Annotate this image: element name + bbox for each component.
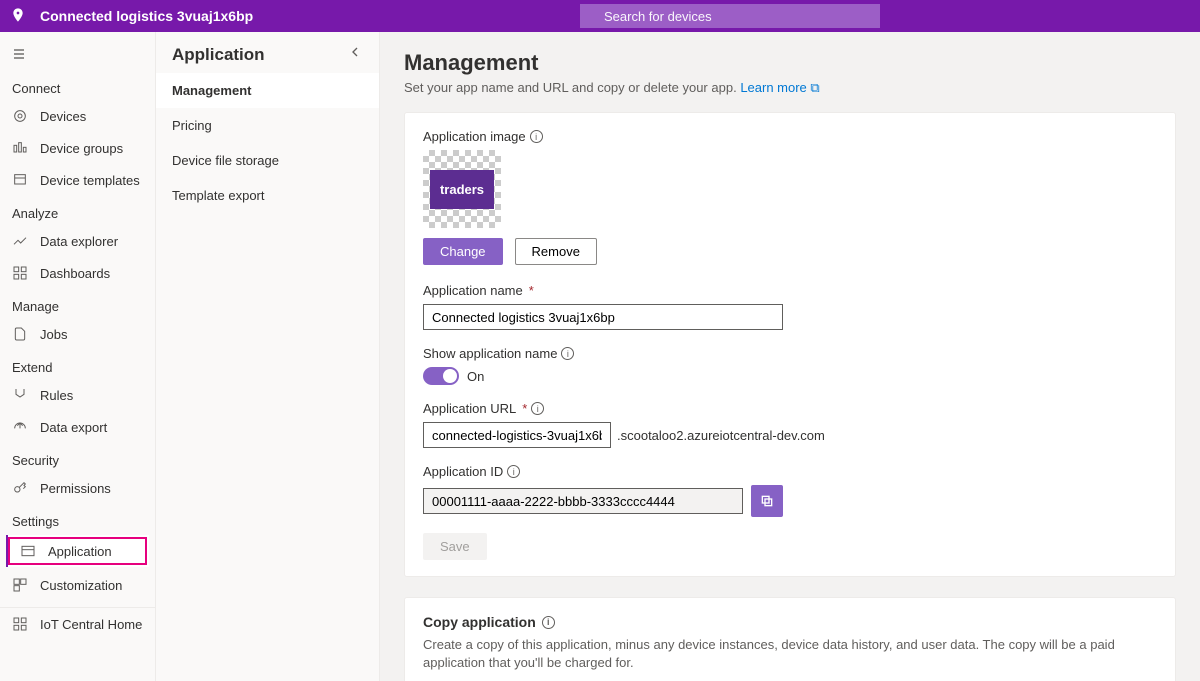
app-name-label: Application name bbox=[423, 283, 523, 298]
app-id-label: Application ID bbox=[423, 464, 503, 479]
grid-icon bbox=[12, 616, 28, 632]
info-icon[interactable]: i bbox=[531, 402, 544, 415]
permissions-icon bbox=[12, 480, 28, 496]
nav-item-jobs[interactable]: Jobs bbox=[0, 318, 155, 350]
nav-item-devices[interactable]: Devices bbox=[0, 100, 155, 132]
application-image: traders bbox=[423, 150, 501, 228]
sub-item-template-export[interactable]: Template export bbox=[156, 178, 379, 213]
top-bar: Connected logistics 3vuaj1x6bp bbox=[0, 0, 1200, 32]
devices-icon bbox=[12, 108, 28, 124]
nav-item-data-explorer[interactable]: Data explorer bbox=[0, 225, 155, 257]
external-link-icon: ⧉ bbox=[810, 80, 819, 95]
sub-item-pricing[interactable]: Pricing bbox=[156, 108, 379, 143]
copy-id-button[interactable] bbox=[751, 485, 783, 517]
info-icon[interactable]: i bbox=[542, 616, 555, 629]
change-button[interactable]: Change bbox=[423, 238, 503, 265]
primary-nav: Connect Devices Device groups Device tem… bbox=[0, 32, 156, 681]
device-templates-icon bbox=[12, 172, 28, 188]
remove-button[interactable]: Remove bbox=[515, 238, 597, 265]
management-card: Application image i traders Change Remov… bbox=[404, 112, 1176, 577]
nav-item-permissions[interactable]: Permissions bbox=[0, 472, 155, 504]
nav-item-label: Device templates bbox=[40, 173, 140, 188]
sub-nav-title: Application bbox=[172, 45, 265, 65]
nav-item-label: Device groups bbox=[40, 141, 123, 156]
copy-icon bbox=[759, 493, 775, 509]
app-id-display bbox=[423, 488, 743, 514]
nav-item-data-export[interactable]: Data export bbox=[0, 411, 155, 443]
nav-section-extend: Extend bbox=[0, 350, 155, 379]
toggle-state: On bbox=[467, 369, 484, 384]
nav-item-customization[interactable]: Customization bbox=[0, 569, 155, 601]
chevron-left-icon[interactable] bbox=[347, 44, 363, 65]
app-name-input[interactable] bbox=[423, 304, 783, 330]
nav-item-device-templates[interactable]: Device templates bbox=[0, 164, 155, 196]
customization-icon bbox=[12, 577, 28, 593]
nav-item-label: Jobs bbox=[40, 327, 67, 342]
sub-item-management[interactable]: Management bbox=[156, 73, 379, 108]
nav-section-connect: Connect bbox=[0, 71, 155, 100]
nav-item-dashboards[interactable]: Dashboards bbox=[0, 257, 155, 289]
nav-item-label: Dashboards bbox=[40, 266, 110, 281]
data-explorer-icon bbox=[12, 233, 28, 249]
info-icon[interactable]: i bbox=[530, 130, 543, 143]
page-title: Management bbox=[404, 50, 1176, 76]
traders-logo: traders bbox=[430, 170, 494, 209]
show-app-name-label: Show application name bbox=[423, 346, 557, 361]
app-url-label: Application URL bbox=[423, 401, 516, 416]
show-app-name-toggle[interactable] bbox=[423, 367, 459, 385]
sub-nav: Application Management Pricing Device fi… bbox=[156, 32, 380, 681]
nav-item-iot-central-home[interactable]: IoT Central Home bbox=[0, 608, 155, 640]
info-icon[interactable]: i bbox=[507, 465, 520, 478]
data-export-icon bbox=[12, 419, 28, 435]
dashboards-icon bbox=[12, 265, 28, 281]
location-icon bbox=[10, 7, 26, 26]
nav-item-rules[interactable]: Rules bbox=[0, 379, 155, 411]
copy-application-title: Copy application bbox=[423, 614, 536, 630]
info-icon[interactable]: i bbox=[561, 347, 574, 360]
copy-application-desc: Create a copy of this application, minus… bbox=[423, 636, 1157, 672]
nav-item-label: Data export bbox=[40, 420, 107, 435]
app-url-input[interactable] bbox=[423, 422, 611, 448]
app-name-header: Connected logistics 3vuaj1x6bp bbox=[40, 8, 253, 24]
save-button: Save bbox=[423, 533, 487, 560]
copy-application-card: Copy application i Create a copy of this… bbox=[404, 597, 1176, 681]
application-icon bbox=[20, 543, 36, 559]
jobs-icon bbox=[12, 326, 28, 342]
app-image-label: Application image bbox=[423, 129, 526, 144]
nav-section-manage: Manage bbox=[0, 289, 155, 318]
nav-item-label: Permissions bbox=[40, 481, 111, 496]
nav-item-label: Application bbox=[48, 544, 112, 559]
nav-item-label: IoT Central Home bbox=[40, 617, 142, 632]
nav-item-application[interactable]: Application bbox=[6, 535, 149, 567]
nav-item-label: Data explorer bbox=[40, 234, 118, 249]
nav-item-label: Customization bbox=[40, 578, 122, 593]
nav-section-security: Security bbox=[0, 443, 155, 472]
device-groups-icon bbox=[12, 140, 28, 156]
rules-icon bbox=[12, 387, 28, 403]
hamburger-icon[interactable] bbox=[0, 40, 155, 71]
nav-item-device-groups[interactable]: Device groups bbox=[0, 132, 155, 164]
nav-item-label: Devices bbox=[40, 109, 86, 124]
content-area: Management Set your app name and URL and… bbox=[380, 32, 1200, 681]
search-input[interactable] bbox=[580, 4, 880, 28]
nav-section-settings: Settings bbox=[0, 504, 155, 533]
sub-item-device-file-storage[interactable]: Device file storage bbox=[156, 143, 379, 178]
nav-section-analyze: Analyze bbox=[0, 196, 155, 225]
page-subtitle: Set your app name and URL and copy or de… bbox=[404, 80, 1176, 96]
nav-item-label: Rules bbox=[40, 388, 73, 403]
learn-more-link[interactable]: Learn more ⧉ bbox=[740, 80, 819, 95]
app-url-suffix: .scootaloo2.azureiotcentral-dev.com bbox=[617, 428, 825, 443]
